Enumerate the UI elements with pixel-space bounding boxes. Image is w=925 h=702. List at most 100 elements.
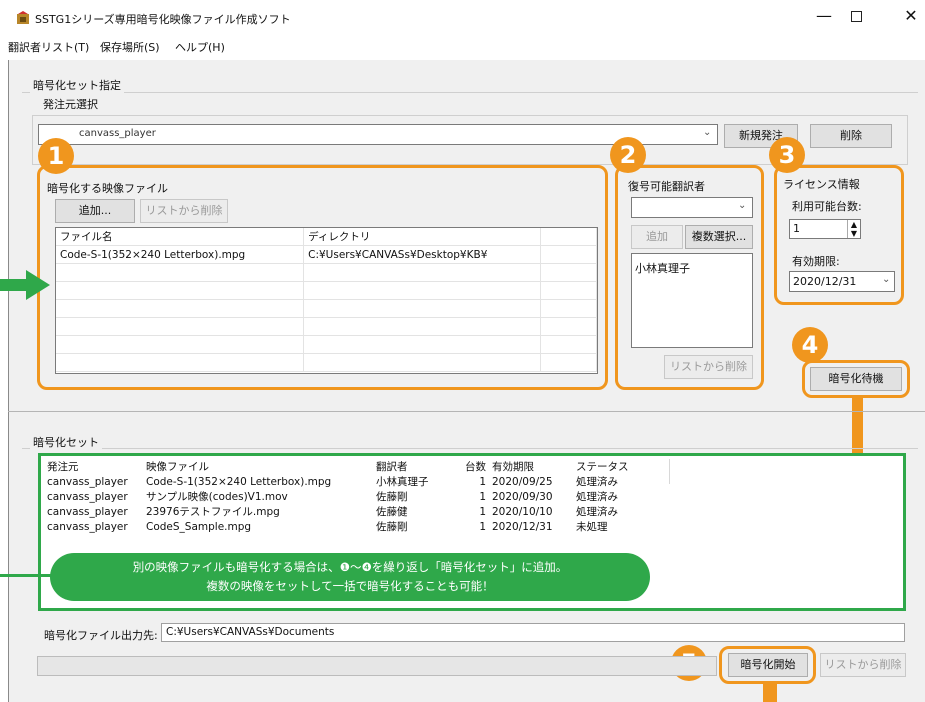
- multi-select-button[interactable]: 複数選択...: [685, 225, 753, 249]
- table-row[interactable]: Code-S-1(352×240 Letterbox).mpg C:¥Users…: [56, 245, 597, 264]
- chevron-down-icon: ⌄: [882, 274, 891, 285]
- callout-line-1: 別の映像ファイルも暗号化する場合は、❶～❹を繰り返し「暗号化セット」に追加。: [132, 560, 568, 574]
- table-row[interactable]: canvass_player Code-S-1(352×240 Letterbo…: [44, 474, 649, 489]
- chevron-down-icon: ⌄: [738, 200, 747, 211]
- cell-expiry: 2020/09/25: [492, 475, 553, 488]
- table-row[interactable]: canvass_player 23976テストファイル.mpg 佐藤健 1 20…: [44, 504, 649, 519]
- title-bar: SSTG1シリーズ専用暗号化映像ファイル作成ソフト — ✕: [8, 0, 925, 34]
- encrypt-set-group: [22, 448, 918, 449]
- set-spec-label: 暗号化セット指定: [30, 77, 124, 93]
- chevron-down-icon: ⌄: [703, 127, 712, 138]
- cell-video: Code-S-1(352×240 Letterbox).mpg: [146, 475, 332, 488]
- cell-translator: 佐藤剛: [376, 521, 408, 533]
- cell-video: サンプル映像(codes)V1.mov: [146, 491, 288, 503]
- cell-translator: 小林真理子: [376, 476, 429, 488]
- cell-source: canvass_player: [47, 490, 128, 503]
- app-icon: [16, 11, 30, 25]
- minimize-icon[interactable]: —: [814, 6, 834, 25]
- table-row[interactable]: canvass_player CodeS_Sample.mpg 佐藤剛 1 20…: [44, 519, 649, 534]
- cell-count: 1: [479, 475, 486, 488]
- callout-line-2: 複数の映像をセットして一括で暗号化することも可能！: [206, 579, 494, 593]
- column-header-filename: ファイル名: [56, 228, 305, 246]
- spinner-icon[interactable]: ▲ ▼: [847, 220, 860, 238]
- step-number: 2: [610, 137, 646, 173]
- table-row: [56, 335, 597, 354]
- table-column-divider: [669, 459, 670, 484]
- translator-select[interactable]: ⌄: [631, 197, 753, 218]
- table-row: [56, 317, 597, 336]
- expiry-select[interactable]: 2020/12/31 ⌄: [789, 271, 895, 292]
- output-path-field[interactable]: C:¥Users¥CANVASs¥Documents: [161, 623, 905, 642]
- step-number: 1: [38, 138, 74, 174]
- video-list[interactable]: ファイル名 ディレクトリ Code-S-1(352×240 Letterbox)…: [55, 227, 598, 374]
- source-label: 発注元選択: [40, 96, 101, 112]
- menu-save-location[interactable]: 保存場所(S): [100, 39, 160, 55]
- source-value: canvass_player: [79, 128, 156, 139]
- section-divider: [8, 411, 925, 412]
- output-label: 暗号化ファイル出力先:: [44, 629, 158, 642]
- column-header: 翻訳者: [376, 461, 408, 473]
- table-row: [56, 353, 597, 372]
- start-encrypt-button[interactable]: 暗号化開始: [728, 653, 808, 677]
- video-panel-label: 暗号化する映像ファイル: [47, 182, 168, 195]
- column-header: 発注元: [47, 461, 79, 473]
- encrypt-set-label: 暗号化セット: [30, 434, 102, 450]
- cell-count: 1: [479, 520, 486, 533]
- table-header: 発注元 映像ファイル 翻訳者 台数 有効期限 ステータス: [44, 459, 649, 474]
- cell-status: 処理済み: [576, 506, 618, 518]
- table-row: [56, 281, 597, 300]
- close-icon[interactable]: ✕: [901, 6, 921, 25]
- cell-count: 1: [479, 505, 486, 518]
- table-row: [56, 299, 597, 318]
- maximize-icon[interactable]: [851, 11, 862, 22]
- available-stepper[interactable]: 1 ▲ ▼: [789, 219, 861, 239]
- video-directory: C:¥Users¥CANVASs¥Desktop¥KB¥: [303, 245, 541, 264]
- cell-source: canvass_player: [47, 505, 128, 518]
- callout-bubble: 別の映像ファイルも暗号化する場合は、❶～❹を繰り返し「暗号化セット」に追加。 複…: [50, 553, 650, 601]
- remove-video-button[interactable]: リストから削除: [140, 199, 228, 223]
- column-header: 映像ファイル: [146, 461, 209, 473]
- menu-bar: 翻訳者リスト(T) 保存場所(S) ヘルプ(H): [8, 34, 925, 60]
- translator-panel-label: 復号可能翻訳者: [628, 180, 705, 193]
- cell-video: CodeS_Sample.mpg: [146, 520, 252, 533]
- cell-translator: 佐藤健: [376, 506, 408, 518]
- delete-button[interactable]: 削除: [810, 124, 892, 148]
- encrypt-set-table[interactable]: 発注元 映像ファイル 翻訳者 台数 有効期限 ステータス canvass_pla…: [44, 459, 669, 545]
- step-number: 4: [792, 327, 828, 363]
- add-translator-button[interactable]: 追加: [631, 225, 683, 249]
- add-video-button[interactable]: 追加...: [55, 199, 135, 223]
- cell-video: 23976テストファイル.mpg: [146, 506, 280, 518]
- available-value: 1: [793, 222, 800, 235]
- cell-source: canvass_player: [47, 475, 128, 488]
- available-label: 利用可能台数:: [792, 200, 862, 213]
- cell-translator: 佐藤剛: [376, 491, 408, 503]
- list-item[interactable]: 小林真理子: [635, 260, 690, 276]
- arrow-right-icon: [0, 270, 50, 300]
- video-list-header: ファイル名 ディレクトリ: [56, 228, 597, 246]
- remove-translator-button[interactable]: リストから削除: [664, 355, 753, 379]
- expiry-label: 有効期限:: [792, 255, 840, 268]
- progress-bar: [37, 656, 717, 676]
- column-header-directory: ディレクトリ: [303, 228, 541, 246]
- cell-count: 1: [479, 490, 486, 503]
- license-panel-label: ライセンス情報: [783, 178, 860, 191]
- cell-status: 処理済み: [576, 476, 618, 488]
- translator-list[interactable]: 小林真理子: [631, 253, 753, 348]
- cell-expiry: 2020/10/10: [492, 505, 553, 518]
- menu-translators[interactable]: 翻訳者リスト(T): [8, 39, 89, 55]
- cell-source: canvass_player: [47, 520, 128, 533]
- step-number: 3: [769, 137, 805, 173]
- table-row[interactable]: canvass_player サンプル映像(codes)V1.mov 佐藤剛 1…: [44, 489, 649, 504]
- cell-status: 処理済み: [576, 491, 618, 503]
- remove-from-list-button[interactable]: リストから削除: [820, 653, 906, 677]
- column-header: 有効期限: [492, 461, 534, 473]
- window-title: SSTG1シリーズ専用暗号化映像ファイル作成ソフト: [35, 13, 291, 26]
- expiry-value: 2020/12/31: [793, 275, 857, 288]
- queue-button[interactable]: 暗号化待機: [810, 367, 902, 391]
- cell-status: 未処理: [576, 521, 608, 533]
- cell-expiry: 2020/09/30: [492, 490, 553, 503]
- column-header: ステータス: [576, 461, 629, 473]
- menu-help[interactable]: ヘルプ(H): [175, 39, 225, 55]
- output-path-value: C:¥Users¥CANVASs¥Documents: [166, 626, 335, 638]
- column-header: 台数: [465, 461, 486, 473]
